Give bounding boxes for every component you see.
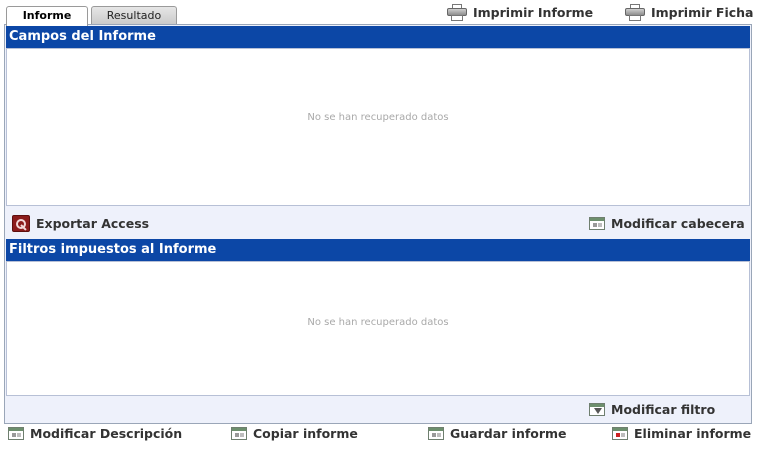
- modify-description-label: Modificar Descripción: [30, 426, 183, 441]
- window-icon: [612, 427, 628, 440]
- delete-report-button[interactable]: Eliminar informe: [612, 426, 751, 441]
- save-report-label: Guardar informe: [450, 426, 567, 441]
- tab-resultado[interactable]: Resultado: [91, 6, 177, 25]
- modify-filter-button[interactable]: Modificar filtro: [589, 402, 715, 417]
- copy-report-label: Copiar informe: [253, 426, 358, 441]
- window-icon: [8, 427, 24, 440]
- print-sheet-label: Imprimir Ficha: [651, 5, 754, 20]
- delete-report-label: Eliminar informe: [634, 426, 752, 441]
- filters-grid: No se han recuperado datos: [6, 261, 750, 396]
- modify-header-button[interactable]: Modificar cabecera: [589, 216, 745, 231]
- modify-description-button[interactable]: Modificar Descripción: [8, 426, 182, 441]
- export-access-button[interactable]: Exportar Access: [12, 215, 149, 232]
- window-icon: [231, 427, 247, 440]
- modify-filter-label: Modificar filtro: [611, 402, 716, 417]
- fields-empty-message: No se han recuperado datos: [307, 112, 449, 123]
- report-panel: Campos del Informe No se han recuperado …: [4, 24, 752, 424]
- print-sheet-button[interactable]: Imprimir Ficha: [625, 4, 753, 21]
- filters-section-title: Filtros impuestos al Informe: [6, 239, 750, 261]
- fields-grid: No se han recuperado datos: [6, 48, 750, 206]
- filter-icon: [589, 403, 605, 416]
- fields-section-title: Campos del Informe: [6, 26, 750, 48]
- modify-header-label: Modificar cabecera: [611, 216, 745, 231]
- window-icon: [428, 427, 444, 440]
- print-report-label: Imprimir Informe: [473, 5, 594, 20]
- save-report-button[interactable]: Guardar informe: [428, 426, 567, 441]
- print-report-button[interactable]: Imprimir Informe: [447, 4, 593, 21]
- window-icon: [589, 217, 605, 230]
- printer-icon: [625, 4, 645, 21]
- export-access-label: Exportar Access: [36, 216, 150, 231]
- printer-icon: [447, 4, 467, 21]
- copy-report-button[interactable]: Copiar informe: [231, 426, 358, 441]
- filters-empty-message: No se han recuperado datos: [307, 317, 449, 328]
- key-icon: [12, 215, 30, 232]
- tab-informe[interactable]: Informe: [6, 6, 88, 26]
